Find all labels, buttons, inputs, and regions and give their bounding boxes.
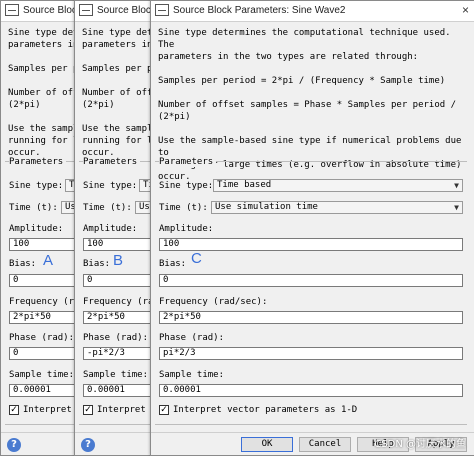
time-label: Time (t):	[9, 203, 58, 213]
sine-type-label: Sine type:	[9, 181, 64, 191]
ok-button[interactable]: OK	[241, 437, 293, 452]
time-select[interactable]: Use simulation time ▼	[211, 201, 463, 214]
sine-type-label: Sine type:	[83, 181, 138, 191]
amplitude-label: Amplitude:	[83, 224, 138, 234]
annotation-letter: C	[191, 250, 202, 267]
time-value: Us	[139, 202, 150, 212]
interpret-vector-label: Interpret vector parameters as 1-D	[173, 405, 358, 415]
parameters-label: Parameters	[83, 157, 141, 167]
help-icon[interactable]: ?	[81, 438, 95, 452]
parameters-label: Parameters	[9, 157, 67, 167]
sample-time-label: Sample time:	[159, 370, 225, 380]
title-bar[interactable]: Source Block Parameters: Sine Wave2 ×	[151, 1, 474, 22]
frequency-input[interactable]: 2*pi*50	[159, 311, 463, 324]
annotation-letter: B	[113, 252, 124, 269]
parameters-label: Parameters	[159, 157, 217, 167]
sample-time-label: Sample time:	[9, 370, 75, 380]
interpret-vector-checkbox[interactable]: ✓	[83, 405, 93, 415]
chevron-down-icon: ▼	[454, 203, 459, 212]
annotation-letter: A	[43, 252, 54, 269]
sample-time-input[interactable]: 0.00001	[159, 384, 463, 397]
time-value: Use simulation time	[215, 202, 318, 212]
bias-input[interactable]: 0	[159, 274, 463, 287]
sine-type-select[interactable]: Time based ▼	[213, 179, 463, 192]
time-label: Time (t):	[83, 203, 132, 213]
chevron-down-icon: ▼	[454, 181, 459, 190]
sine-type-label: Sine type:	[159, 181, 214, 191]
interpret-vector-label: Interpret v	[97, 405, 157, 415]
window-icon	[5, 4, 19, 16]
window-title: Source Block	[97, 5, 156, 16]
time-label: Time (t):	[159, 203, 208, 213]
bias-label: Bias:	[9, 259, 37, 269]
dialog-window-c: Source Block Parameters: Sine Wave2 × Si…	[150, 0, 474, 456]
window-icon	[79, 4, 93, 16]
amplitude-label: Amplitude:	[159, 224, 214, 234]
frequency-label: Frequency (ra	[9, 297, 80, 307]
help-icon[interactable]: ?	[7, 438, 21, 452]
sample-time-label: Sample time:	[83, 370, 149, 380]
bias-label: Bias:	[159, 259, 187, 269]
frequency-label: Frequency (rad/sec):	[159, 297, 268, 307]
phase-input[interactable]: pi*2/3	[159, 347, 463, 360]
interpret-vector-checkbox[interactable]: ✓	[159, 405, 169, 415]
phase-label: Phase (rad):	[9, 333, 75, 343]
phase-label: Phase (rad):	[159, 333, 225, 343]
interpret-vector-checkbox[interactable]: ✓	[9, 405, 19, 415]
cancel-button[interactable]: Cancel	[299, 437, 351, 452]
watermark-text: CSDN @讨厌水的鱼	[374, 439, 466, 450]
amplitude-label: Amplitude:	[9, 224, 64, 234]
window-icon	[155, 4, 169, 16]
sine-type-value: Time based	[217, 180, 272, 190]
window-title: Source Block Parameters: Sine Wave2	[173, 5, 346, 16]
close-icon[interactable]: ×	[462, 3, 469, 17]
amplitude-input[interactable]: 100	[159, 238, 463, 251]
bias-label: Bias:	[83, 259, 111, 269]
phase-label: Phase (rad):	[83, 333, 149, 343]
frequency-label: Frequency (ra	[83, 297, 154, 307]
